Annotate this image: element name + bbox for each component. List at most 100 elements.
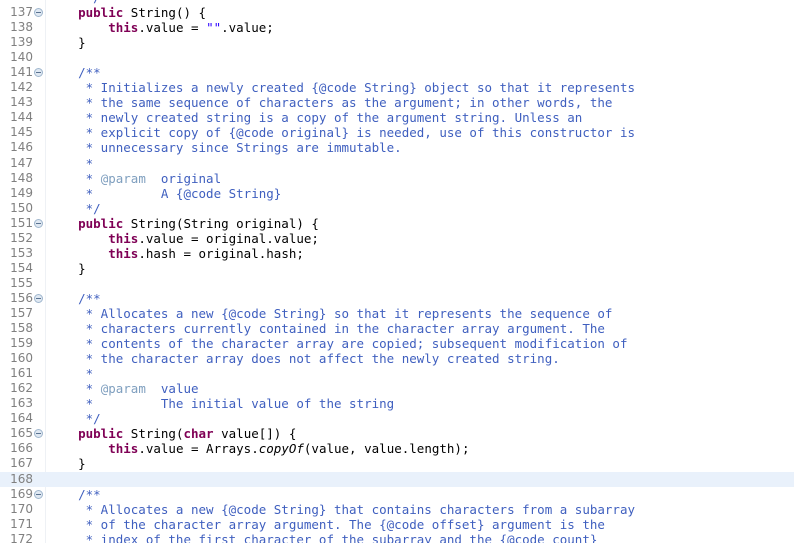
code-token-jdoc: * Allocates a new {@code String} that co… (48, 501, 635, 517)
code-token-jdoc: * characters currently contained in the … (48, 321, 605, 337)
code-token-plain: } (48, 260, 86, 276)
code-line[interactable]: 142 * Initializes a newly created {@code… (0, 80, 794, 95)
line-number: 150 (10, 200, 33, 215)
code-token-jdoc: */ (48, 411, 101, 427)
code-line[interactable]: 161 * (0, 366, 794, 381)
line-number: 154 (10, 260, 33, 275)
code-line[interactable]: 162 * @param value (0, 381, 794, 396)
code-line[interactable]: 154 } (0, 261, 794, 276)
fold-collapse-icon[interactable] (34, 68, 43, 78)
code-token-jdoc: /** (78, 486, 101, 502)
code-line[interactable]: 138 this.value = "".value; (0, 20, 794, 35)
code-token-jtag: @param (100, 170, 146, 186)
code-line[interactable]: 139 } (0, 35, 794, 50)
code-line[interactable]: 171 * of the character array argument. T… (0, 517, 794, 532)
code-token-jdoc: * Initializes a newly created {@code Str… (48, 80, 635, 96)
code-line-source: * contents of the character array are co… (48, 336, 794, 351)
code-line[interactable]: 153 this.hash = original.hash; (0, 246, 794, 261)
code-line[interactable]: 141 /** (0, 65, 794, 80)
code-line-source: * @param original (48, 171, 794, 186)
line-number: 145 (10, 125, 33, 140)
code-line-source: * unnecessary since Strings are immutabl… (48, 140, 794, 155)
code-line[interactable]: 143 * the same sequence of characters as… (0, 95, 794, 110)
code-line[interactable]: 147 * (0, 156, 794, 171)
line-number: 141 (10, 65, 33, 80)
code-line[interactable]: 149 * A {@code String} (0, 186, 794, 201)
line-number: 161 (10, 366, 33, 381)
fold-collapse-icon[interactable] (34, 489, 43, 499)
code-line[interactable]: 169 /** (0, 487, 794, 502)
code-token-jdoc: original (145, 170, 222, 186)
code-token-kw: this (108, 441, 139, 457)
code-line[interactable]: 140 (0, 50, 794, 65)
code-line[interactable]: 150 */ (0, 201, 794, 216)
code-line[interactable]: 155 (0, 276, 794, 291)
code-token-plain: .value; (221, 20, 274, 36)
code-line-source: * the character array does not affect th… (48, 351, 794, 366)
code-token-kw: this (108, 230, 139, 246)
line-number: 165 (10, 426, 33, 441)
line-number: 156 (10, 290, 33, 305)
code-token-jdoc: * unnecessary since Strings are immutabl… (48, 140, 402, 156)
code-editor[interactable]: */ 137 public String() {138 this.value =… (0, 0, 794, 543)
code-token-kw: this (108, 20, 139, 36)
code-line[interactable]: 165 public String(char value[]) { (0, 426, 794, 441)
line-number: 149 (10, 185, 33, 200)
code-line[interactable]: 137 public String() { (0, 5, 794, 20)
code-line-source: /** (48, 291, 794, 306)
code-token-kw: this (108, 245, 139, 261)
code-line-source: public String(String original) { (48, 216, 794, 231)
code-token-plain: } (48, 456, 86, 472)
editor-scroll-area[interactable]: */ 137 public String() {138 this.value =… (0, 0, 794, 543)
code-token-jdoc: */ (48, 200, 101, 216)
line-number: 155 (10, 275, 33, 290)
code-token-jdoc: * newly created string is a copy of the … (48, 110, 583, 126)
line-number: 164 (10, 411, 33, 426)
code-line[interactable]: 159 * contents of the character array ar… (0, 336, 794, 351)
line-number: 172 (10, 531, 33, 543)
code-line-source: this.hash = original.hash; (48, 246, 794, 261)
code-line[interactable]: 146 * unnecessary since Strings are immu… (0, 140, 794, 155)
code-line[interactable]: 170 * Allocates a new {@code String} tha… (0, 502, 794, 517)
code-line[interactable]: 163 * The initial value of the string (0, 396, 794, 411)
line-number: 140 (10, 50, 33, 65)
fold-collapse-icon[interactable] (34, 8, 43, 18)
line-number: 137 (10, 5, 33, 20)
line-number: 151 (10, 215, 33, 230)
line-number: 166 (10, 441, 33, 456)
code-line-source: * the same sequence of characters as the… (48, 95, 794, 110)
code-token-jdoc: value (145, 381, 199, 397)
code-lines-container[interactable]: 137 public String() {138 this.value = ""… (0, 5, 794, 543)
code-token-jdoc: * explicit copy of {@code original} is n… (48, 125, 635, 141)
code-line-source: * (48, 156, 794, 171)
code-line[interactable]: 157 * Allocates a new {@code String} so … (0, 306, 794, 321)
fold-collapse-icon[interactable] (34, 293, 43, 303)
code-line[interactable]: 144 * newly created string is a copy of … (0, 110, 794, 125)
code-line[interactable]: 167 } (0, 456, 794, 471)
fold-collapse-icon[interactable] (34, 429, 43, 439)
code-token-jdoc: /** (78, 290, 101, 306)
fold-collapse-icon[interactable] (34, 218, 43, 228)
code-token-plain: .value = (138, 20, 207, 36)
code-line-source: } (48, 35, 794, 50)
code-line-current[interactable]: 168 (0, 471, 794, 487)
code-line[interactable]: 172 * index of the first character of th… (0, 532, 794, 543)
code-line[interactable]: 152 this.value = original.value; (0, 231, 794, 246)
code-line[interactable]: 166 this.value = Arrays.copyOf(value, va… (0, 441, 794, 456)
code-line-source: */ (48, 411, 794, 426)
code-line-source: * Allocates a new {@code String} that co… (48, 502, 794, 517)
code-line[interactable]: 156 /** (0, 291, 794, 306)
code-line[interactable]: 158 * characters currently contained in … (0, 321, 794, 336)
code-token-plain: .value = Arrays. (138, 441, 259, 457)
code-line[interactable]: 160 * the character array does not affec… (0, 351, 794, 366)
code-line[interactable]: 151 public String(String original) { (0, 216, 794, 231)
code-token-jdoc: * The initial value of the string (48, 396, 395, 412)
code-line[interactable]: 145 * explicit copy of {@code original} … (0, 125, 794, 140)
code-line[interactable]: 148 * @param original (0, 171, 794, 186)
line-number: 147 (10, 155, 33, 170)
code-line[interactable]: 164 */ (0, 411, 794, 426)
